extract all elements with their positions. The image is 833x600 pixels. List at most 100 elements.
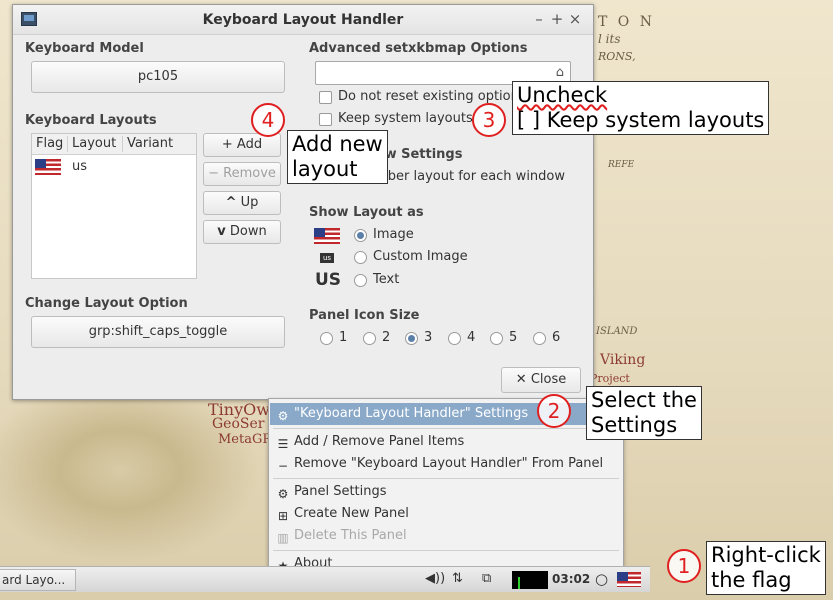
power-icon[interactable]: ○ [595, 570, 608, 588]
show-as-text-radio[interactable] [354, 274, 367, 287]
dialog-title: Keyboard Layout Handler [202, 12, 404, 28]
annotation-line: Settings [591, 413, 678, 437]
icon-size-label: 2 [382, 330, 391, 345]
close-icon: ✕ [515, 372, 527, 387]
minus-icon: − [277, 459, 289, 473]
panel-icon-size-title: Panel Icon Size [309, 308, 420, 323]
gear-icon: ⚙ [277, 487, 289, 501]
keyboard-layout-handler-dialog: Keyboard Layout Handler – + × Keyboard M… [12, 4, 594, 400]
do-not-reset-checkbox[interactable] [319, 91, 332, 104]
map-label: l its [598, 32, 621, 46]
menu-item-label: Remove "Keyboard Layout Handler" From Pa… [294, 456, 604, 471]
volume-icon[interactable]: ◀)) [425, 571, 445, 586]
keep-system-layouts-checkbox[interactable] [319, 113, 332, 126]
show-layout-as-title: Show Layout as [309, 205, 424, 220]
move-down-button[interactable]: v Down [203, 220, 281, 244]
icon-size-radio-3[interactable] [405, 332, 418, 345]
menu-item-label: Add / Remove Panel Items [294, 434, 465, 449]
remove-layout-button[interactable]: − Remove [203, 162, 281, 186]
icon-size-label: 1 [339, 330, 348, 345]
annotation-step-3-marker: 3 [472, 103, 506, 137]
chevron-up-icon: ^ [225, 195, 237, 210]
map-label: T O N [598, 14, 655, 30]
annotation-step-4-text: Add new layout [287, 130, 388, 184]
menu-item-label: Panel Settings [294, 484, 387, 499]
map-label: GeoSer [212, 416, 265, 432]
move-down-label: Down [229, 224, 267, 239]
close-window-icon[interactable]: × [567, 11, 583, 27]
icon-size-radio-4[interactable] [448, 332, 461, 345]
move-up-label: Up [240, 195, 259, 210]
list-icon: ☰ [277, 437, 289, 451]
keep-system-layouts-label: Keep system layouts [338, 111, 473, 126]
map-label: REFE [608, 160, 635, 170]
cpu-monitor[interactable] [512, 571, 548, 589]
annotation-line: the flag [711, 568, 792, 592]
close-button[interactable]: ✕ Close [501, 367, 581, 393]
menu-item-remove-applet[interactable]: − Remove "Keyboard Layout Handler" From … [270, 453, 622, 475]
menu-separator [273, 478, 619, 479]
menu-item-label: Delete This Panel [294, 528, 407, 543]
icon-size-label: 5 [509, 330, 518, 345]
annotation-step-1-text: Right-click the flag [706, 541, 826, 595]
icon-size-label: 6 [552, 330, 561, 345]
menu-item-panel-settings[interactable]: ⚙ Panel Settings [270, 481, 622, 503]
menu-item-label: Create New Panel [294, 506, 409, 521]
icon-size-radio-1[interactable] [320, 332, 333, 345]
trash-icon: ▥ [277, 531, 289, 545]
show-as-text-label: Text [373, 272, 400, 287]
change-layout-option-button[interactable]: grp:shift_caps_toggle [31, 316, 285, 348]
custom-image-badge-icon: us [320, 253, 334, 263]
change-layout-option-title: Change Layout Option [25, 296, 188, 311]
show-as-custom-image-radio[interactable] [354, 251, 367, 264]
gear-icon: ⚙ [277, 409, 289, 423]
keyboard-model-button[interactable]: pc105 [31, 61, 285, 93]
column-header-flag[interactable]: Flag [36, 136, 63, 151]
menu-item-add-remove-panel-items[interactable]: ☰ Add / Remove Panel Items [270, 431, 622, 453]
map-label: ISLAND [596, 326, 638, 337]
dialog-titlebar[interactable]: Keyboard Layout Handler – + × [13, 5, 593, 35]
advanced-options-title: Advanced setxkbmap Options [309, 41, 528, 56]
annotation-line: Add new [292, 132, 383, 156]
menu-item-create-new-panel[interactable]: ⊞ Create New Panel [270, 503, 622, 525]
column-header-variant[interactable]: Variant [127, 136, 173, 151]
icon-size-radio-5[interactable] [490, 332, 503, 345]
move-up-button[interactable]: ^ Up [203, 191, 281, 215]
keyboard-layout-flag-icon[interactable] [617, 572, 641, 587]
column-header-layout[interactable]: Layout [72, 136, 116, 151]
menu-separator [273, 428, 619, 429]
annotation-line: layout [292, 157, 358, 181]
plus-box-icon: ⊞ [277, 509, 289, 523]
map-label: Project [590, 372, 630, 385]
layouts-list-header: Flag Layout Variant [32, 134, 196, 155]
window-icon[interactable]: ⧉ [482, 571, 491, 586]
map-label: RONS, [598, 50, 636, 63]
table-row[interactable]: us [32, 156, 196, 178]
clear-input-icon[interactable]: ⌂ [556, 65, 564, 80]
text-preview: US [315, 270, 342, 290]
close-button-label: Close [530, 372, 567, 387]
menu-item-delete-this-panel[interactable]: ▥ Delete This Panel [270, 525, 622, 547]
map-label: Viking [600, 352, 646, 368]
network-icon[interactable]: ⇅ [452, 571, 463, 586]
minimize-icon[interactable]: – [531, 11, 547, 27]
annotation-step-3-text: Uncheck [ ] Keep system layouts [512, 81, 770, 135]
show-as-image-label: Image [373, 227, 414, 242]
annotation-line: [ ] Keep system layouts [517, 108, 765, 132]
panel-context-menu: ⚙ "Keyboard Layout Handler" Settings ☰ A… [268, 398, 624, 579]
layout-cell: us [72, 159, 88, 174]
annotation-line: Select the [591, 388, 697, 412]
keyboard-model-title: Keyboard Model [25, 41, 144, 56]
clock[interactable]: 03:02 [552, 572, 590, 586]
layouts-list[interactable]: Flag Layout Variant us [31, 133, 197, 279]
annotation-step-1-marker: 1 [667, 549, 701, 583]
do-not-reset-label: Do not reset existing options [338, 89, 526, 104]
icon-size-label: 4 [467, 330, 476, 345]
icon-size-radio-2[interactable] [363, 332, 376, 345]
menu-separator [273, 550, 619, 551]
taskbar-window-button[interactable]: ard Layo... [0, 569, 76, 591]
icon-size-radio-6[interactable] [533, 332, 546, 345]
us-flag-icon [35, 159, 61, 175]
maximize-icon[interactable]: + [549, 11, 565, 27]
show-as-image-radio[interactable] [354, 229, 367, 242]
